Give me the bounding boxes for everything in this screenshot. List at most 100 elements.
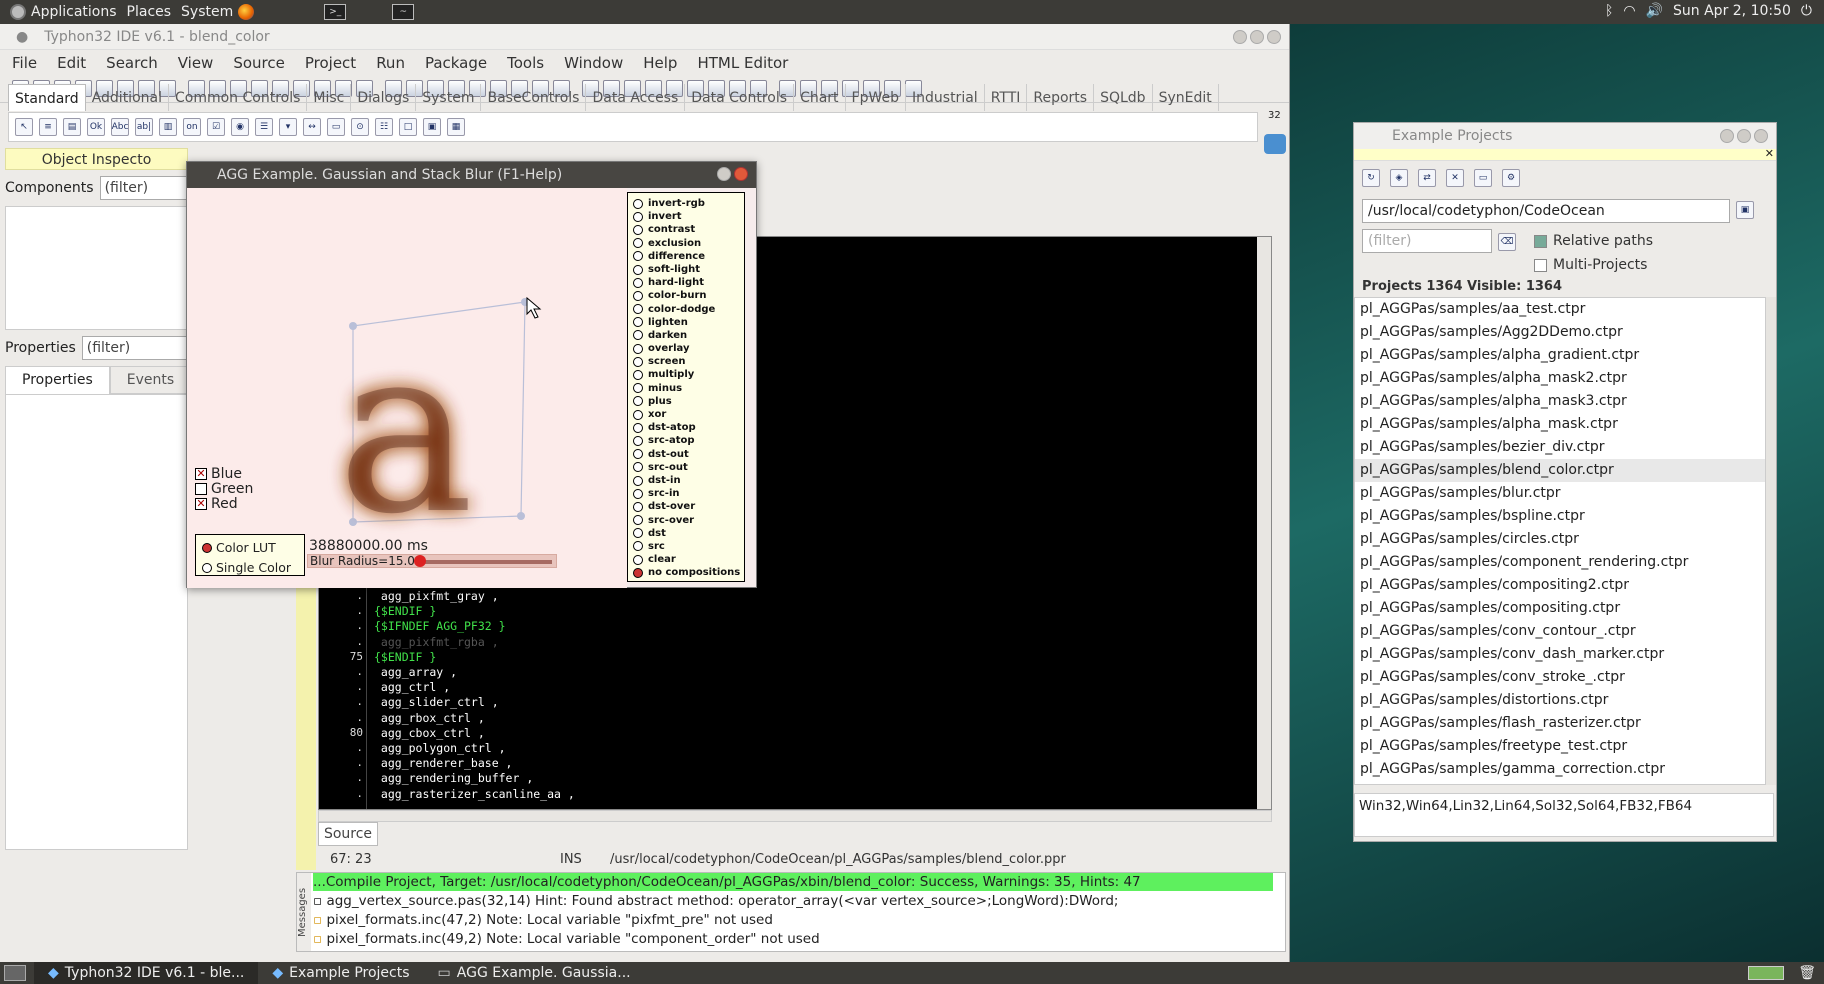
code-line[interactable]: . {$ENDIF } <box>319 604 1219 619</box>
project-list-item[interactable]: pl_AGGPas/samples/alpha_mask2.ctpr <box>1355 367 1765 390</box>
menu-tools[interactable]: Tools <box>495 54 552 72</box>
palette-tab-synedit[interactable]: SynEdit <box>1153 84 1219 111</box>
project-list-item[interactable]: pl_AGGPas/samples/alpha_mask.ctpr <box>1355 413 1765 436</box>
task-agg-example[interactable]: ▭ AGG Example. Gaussia... <box>424 962 645 984</box>
memo-component-icon[interactable]: ▥ <box>159 118 177 136</box>
code-line[interactable]: . agg_renderer_base , <box>319 756 1219 771</box>
project-list-item[interactable]: pl_AGGPas/samples/distortions.ctpr <box>1355 689 1765 712</box>
project-list-item[interactable]: pl_AGGPas/samples/blur.ctpr <box>1355 482 1765 505</box>
palette-tab-system[interactable]: System <box>416 84 482 111</box>
code-line[interactable]: . agg_rendering_buffer , <box>319 771 1219 786</box>
trash-icon[interactable]: 🗑 <box>1798 965 1816 981</box>
radio-dot[interactable] <box>633 264 643 275</box>
open-project-icon[interactable]: ◈ <box>1390 169 1408 187</box>
build-all-icon[interactable]: ⚙ <box>1502 169 1520 187</box>
radiobutton-component-icon[interactable]: ◉ <box>231 118 249 136</box>
blend-mode-option[interactable]: minus <box>628 382 744 395</box>
project-list-item[interactable]: pl_AGGPas/samples/conv_dash_marker.ctpr <box>1355 643 1765 666</box>
code-line[interactable]: 75 {$ENDIF } <box>319 650 1219 665</box>
radio-dot[interactable] <box>633 515 643 526</box>
ep-project-list[interactable]: pl_AGGPas/samples/aa_test.ctpr pl_AGGPas/… <box>1354 297 1766 785</box>
blend-mode-option[interactable]: src-over <box>628 514 744 527</box>
radio-dot[interactable] <box>633 554 643 565</box>
polygon-handle[interactable] <box>517 512 525 520</box>
agg-titlebar[interactable]: AGG Example. Gaussian and Stack Blur (F1… <box>187 162 756 188</box>
menu-file[interactable]: File <box>0 54 45 72</box>
togglebox-component-icon[interactable]: on <box>183 118 201 136</box>
actionlist-component-icon[interactable]: ▦ <box>447 118 465 136</box>
relative-paths-checkbox[interactable]: Relative paths <box>1534 233 1653 249</box>
editor-vertical-scrollbar[interactable] <box>1257 237 1271 809</box>
frame-component-icon[interactable]: ▣ <box>423 118 441 136</box>
radio-dot[interactable] <box>633 370 643 381</box>
checkbox-blue-box[interactable]: ✕ <box>195 468 207 480</box>
wifi-icon[interactable]: ◠ <box>1623 3 1635 19</box>
blend-mode-option[interactable]: hard-light <box>628 276 744 289</box>
radio-dot[interactable] <box>633 462 643 473</box>
ep-minimize-button[interactable] <box>1720 129 1734 143</box>
menu-edit[interactable]: Edit <box>45 54 94 72</box>
ep-path-input[interactable]: /usr/local/codetyphon/CodeOcean <box>1362 199 1730 223</box>
radio-dot[interactable] <box>633 211 643 222</box>
palette-tab-dialogs[interactable]: Dialogs <box>351 84 417 111</box>
example-projects-titlebar[interactable]: Example Projects <box>1354 123 1776 149</box>
message-line[interactable]: ▫ pixel_formats.inc(47,2) Note: Local va… <box>313 912 773 928</box>
radio-dot[interactable] <box>633 541 643 552</box>
scrollbar-component-icon[interactable]: ↔ <box>303 118 321 136</box>
menu-places[interactable]: Places <box>127 4 172 20</box>
mainmenu-component-icon[interactable]: ≡ <box>39 118 57 136</box>
volume-icon[interactable]: 🔊 <box>1646 3 1663 19</box>
menu-view[interactable]: View <box>166 54 222 72</box>
radio-single-color[interactable]: Single Color <box>202 560 304 575</box>
tab-events[interactable]: Events <box>109 366 192 394</box>
agg-canvas[interactable]: a a a ✕ Blue Green ✕ Red Color LUT Single … <box>187 188 627 588</box>
project-list-item[interactable]: pl_AGGPas/samples/bspline.ctpr <box>1355 505 1765 528</box>
blend-mode-option[interactable]: src-in <box>628 487 744 500</box>
bluetooth-icon[interactable]: ᛒ <box>1605 3 1613 19</box>
menu-search[interactable]: Search <box>94 54 166 72</box>
ep-maximize-button[interactable] <box>1737 129 1751 143</box>
blend-mode-option[interactable]: src-out <box>628 461 744 474</box>
project-list-item[interactable]: pl_AGGPas/samples/component_rendering.ct… <box>1355 551 1765 574</box>
project-list-item[interactable]: pl_AGGPas/samples/conv_contour_.ctpr <box>1355 620 1765 643</box>
radio-dot[interactable] <box>633 330 643 341</box>
radio-dot[interactable] <box>633 435 643 446</box>
blend-mode-option[interactable]: src <box>628 540 744 553</box>
task-example-projects[interactable]: ◆ Example Projects <box>258 962 423 984</box>
code-line[interactable]: . agg_rbox_ctrl , <box>319 711 1219 726</box>
radio-dot[interactable] <box>633 277 643 288</box>
radio-dot[interactable] <box>633 567 643 578</box>
radio-dot[interactable] <box>633 396 643 407</box>
palette-tab-data-access[interactable]: Data Access <box>586 84 686 111</box>
project-list-item[interactable]: pl_AGGPas/samples/aa_test.ctpr <box>1355 298 1765 321</box>
project-list-item[interactable]: pl_AGGPas/samples/gamma_correction.ctpr <box>1355 758 1765 781</box>
radio-dot[interactable] <box>633 317 643 328</box>
blur-radius-slider[interactable]: Blur Radius=15.00 <box>307 554 557 568</box>
blend-mode-option[interactable]: screen <box>628 355 744 368</box>
ep-hint-close-icon[interactable]: ✕ <box>1765 147 1774 160</box>
radio-dot[interactable] <box>633 528 643 539</box>
tab-source[interactable]: Source <box>318 822 378 846</box>
checkbox-green[interactable]: Green <box>195 481 253 497</box>
tab-properties[interactable]: Properties <box>5 366 110 394</box>
blend-mode-option[interactable]: dst-in <box>628 474 744 487</box>
palette-tab-rtti[interactable]: RTTI <box>985 84 1028 111</box>
radiogroup-component-icon[interactable]: ⊙ <box>351 118 369 136</box>
project-list-item[interactable]: pl_AGGPas/samples/compositing.ctpr <box>1355 597 1765 620</box>
label-component-icon[interactable]: Abc <box>111 118 129 136</box>
radio-color-lut-dot[interactable] <box>202 542 212 553</box>
project-list-item[interactable]: pl_AGGPas/samples/alpha_gradient.ctpr <box>1355 344 1765 367</box>
edit-component-icon[interactable]: ab| <box>135 118 153 136</box>
agg-minimize-button[interactable] <box>717 167 731 181</box>
blend-mode-option[interactable]: dst-atop <box>628 421 744 434</box>
blend-mode-option[interactable]: invert-rgb <box>628 197 744 210</box>
message-compile-result[interactable]: ...Compile Project, Target: /usr/local/c… <box>313 873 1273 891</box>
close-button[interactable] <box>1267 30 1281 44</box>
blend-mode-option[interactable]: xor <box>628 408 744 421</box>
project-list-item[interactable]: pl_AGGPas/samples/conv_stroke_.ctpr <box>1355 666 1765 689</box>
agg-close-button[interactable] <box>734 167 748 181</box>
menu-source[interactable]: Source <box>221 54 293 72</box>
minimize-button[interactable] <box>1233 30 1247 44</box>
palette-tab-additional[interactable]: Additional <box>86 84 169 111</box>
blend-mode-option[interactable]: contrast <box>628 223 744 236</box>
